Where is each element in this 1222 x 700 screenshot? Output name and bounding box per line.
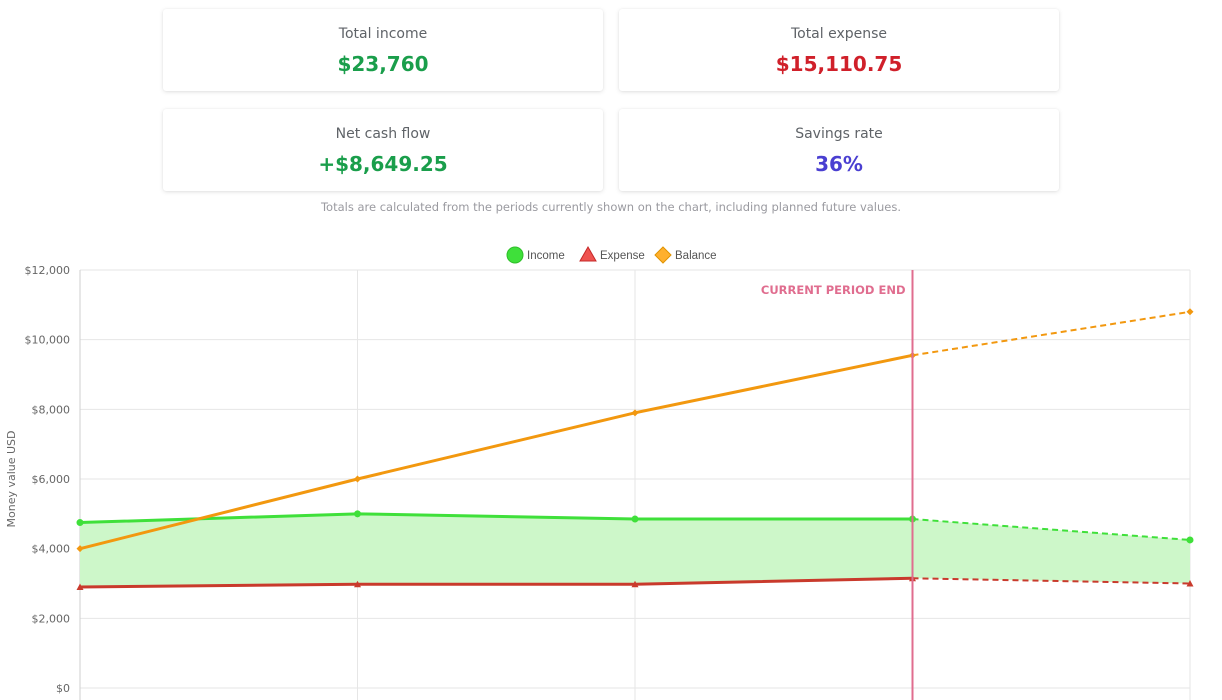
income-point xyxy=(631,515,639,523)
balance-line-planned xyxy=(912,310,1191,357)
current-period-marker-label: CURRENT PERIOD END xyxy=(761,283,906,297)
savings-rate-label: Savings rate xyxy=(795,126,883,142)
total-income-card: Total income $23,760 xyxy=(163,9,603,91)
total-expense-value: $15,110.75 xyxy=(775,52,903,76)
y-axis-label: Money value USD xyxy=(5,430,18,527)
legend-balance-swatch xyxy=(654,246,672,264)
y-tick-label: $0 xyxy=(56,682,70,695)
income-expense-fill xyxy=(80,513,1190,587)
legend-item-balance: Balance xyxy=(654,246,717,264)
legend-expense-swatch xyxy=(579,245,597,262)
legend-income-swatch xyxy=(506,246,524,264)
net-cash-flow-label: Net cash flow xyxy=(335,126,431,142)
legend-item-expense: Expense xyxy=(579,245,645,262)
income-point xyxy=(354,510,361,518)
legend-item-income: Income xyxy=(506,246,565,264)
net-cash-flow-card: Net cash flow +$8,649.25 xyxy=(163,109,603,191)
y-tick-label: $4,000 xyxy=(32,543,71,556)
income-point xyxy=(76,519,84,527)
y-tick-label: $10,000 xyxy=(25,334,71,347)
total-expense-card: Total expense $15,110.75 xyxy=(619,9,1059,91)
net-cash-flow-value: +$8,649.25 xyxy=(318,152,448,176)
y-tick-label: $12,000 xyxy=(25,264,71,277)
balance-point xyxy=(354,475,361,483)
savings-rate-value: 36% xyxy=(815,152,863,176)
total-income-value: $23,760 xyxy=(337,52,429,76)
savings-rate-card: Savings rate 36% xyxy=(619,109,1059,191)
legend-label: Expense xyxy=(600,250,645,262)
totals-note: Totals are calculated from the periods c… xyxy=(320,200,902,214)
income-point xyxy=(1186,536,1194,544)
legend-label: Income xyxy=(527,250,565,262)
total-expense-label: Total expense xyxy=(790,26,888,42)
legend-label: Balance xyxy=(675,250,717,262)
y-tick-label: $8,000 xyxy=(32,403,71,416)
cash-flow-chart: $0 $2,000 $4,000 $6,000 $8,000 $10,000 $12,000… xyxy=(5,245,1194,700)
y-tick-label: $6,000 xyxy=(32,473,71,486)
balance-point xyxy=(1186,308,1194,316)
balance-point xyxy=(631,409,639,417)
y-tick-label: $2,000 xyxy=(32,612,71,625)
total-income-label: Total income xyxy=(338,26,428,42)
